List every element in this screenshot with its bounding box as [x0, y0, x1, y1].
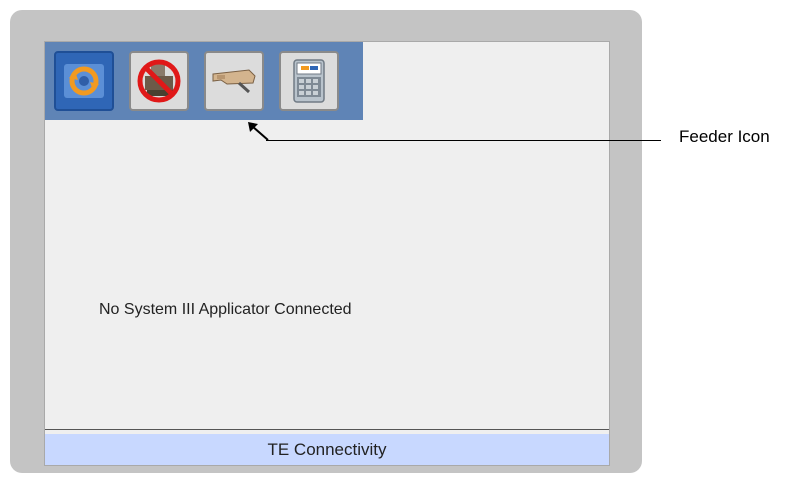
divider [45, 429, 609, 430]
feeder-button[interactable] [204, 51, 264, 111]
status-message: No System III Applicator Connected [99, 301, 352, 318]
te-device-icon [293, 59, 325, 103]
device-screen: No System III Applicator Connected TE Co… [44, 41, 610, 466]
refresh-button[interactable] [54, 51, 114, 111]
callout-arrow-icon [248, 122, 269, 141]
refresh-icon [64, 64, 104, 98]
toolbar [45, 42, 363, 120]
no-applicator-button[interactable] [129, 51, 189, 111]
no-applicator-icon [137, 59, 181, 103]
status-bar: TE Connectivity [45, 434, 609, 465]
callout-line [266, 140, 661, 141]
te-device-button[interactable] [279, 51, 339, 111]
callout-label: Feeder Icon [679, 127, 770, 146]
feeder-icon [212, 69, 256, 94]
